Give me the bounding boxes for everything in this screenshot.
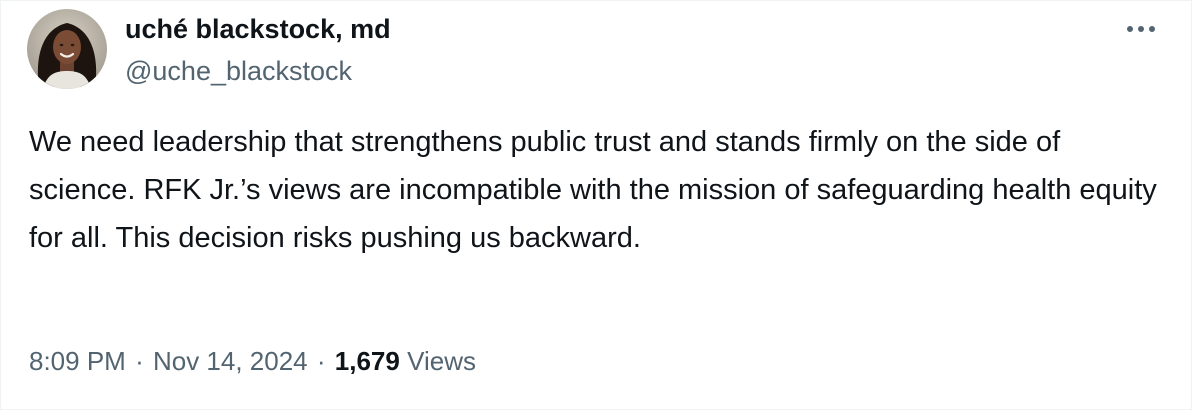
more-options-button[interactable] [1121,17,1161,41]
author-handle[interactable]: @uche_blackstock [125,53,391,89]
views-count: 1,679 [334,346,400,376]
tweet-time: 8:09 PM [29,346,126,376]
author-avatar[interactable] [27,9,107,89]
tweet-date: Nov 14, 2024 [152,346,308,376]
tweet-timestamp-link[interactable]: 8:09 PM · Nov 14, 2024 [29,346,308,376]
more-horizontal-icon [1127,26,1155,32]
views-link[interactable]: 1,679 Views [335,346,476,376]
views-label: Views [407,346,476,376]
author-display-name[interactable]: uché blackstock, md [125,11,391,47]
tweet-meta: 8:09 PM · Nov 14, 2024 · 1,679 Views [29,343,476,379]
meta-separator: · [316,346,326,376]
author-header: uché blackstock, md @uche_blackstock [125,11,391,89]
profile-photo-icon [27,9,107,89]
tweet-text: We need leadership that strengthens publ… [29,126,1157,254]
tweet-card: uché blackstock, md @uche_blackstock We … [0,0,1192,410]
meta-separator: · [135,346,144,376]
